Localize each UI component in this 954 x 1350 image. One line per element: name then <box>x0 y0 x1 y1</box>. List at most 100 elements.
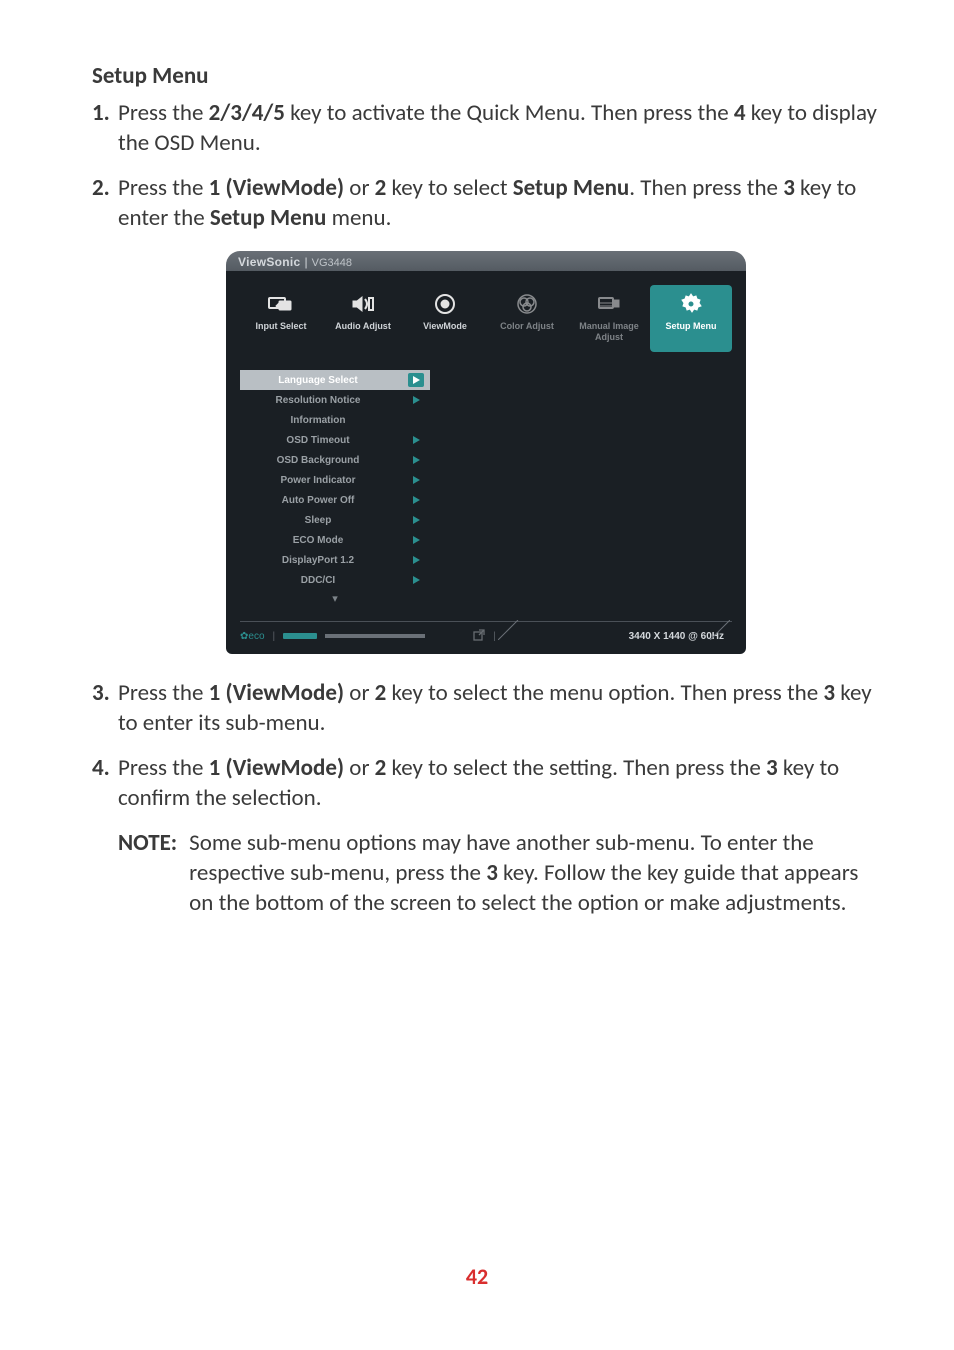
scroll-down-icon: ▾ <box>240 590 430 605</box>
step-4: Press the 1 (ViewMode) or 2 key to selec… <box>92 753 880 814</box>
submenu-arrow-icon <box>408 573 424 587</box>
submenu-arrow-icon <box>408 393 424 407</box>
tab-label: Color Adjust <box>500 321 554 331</box>
text: . Then press the <box>629 174 783 202</box>
osd-menu-item[interactable]: Language Select <box>240 370 430 390</box>
osd-menu-item-label: ECO Mode <box>240 535 408 546</box>
osd-menu-item-label: Language Select <box>240 375 408 386</box>
osd-menu-item[interactable]: OSD Background <box>240 450 430 470</box>
key: 2/3/4/5 <box>209 99 285 127</box>
text: or <box>344 174 375 202</box>
osd-menu-item[interactable]: Power Indicator <box>240 470 430 490</box>
osd-body: Input Select Audio Adjust ViewMode Color… <box>226 271 746 654</box>
key: 2 <box>375 754 387 782</box>
osd-menu-item[interactable]: Resolution Notice <box>240 390 430 410</box>
tab-viewmode[interactable]: ViewMode <box>404 285 486 352</box>
osd-footer: ✿eco | | 3440 X 1440 @ 60Hz <box>240 621 732 646</box>
osd-menu-item[interactable]: DisplayPort 1.2 <box>240 550 430 570</box>
key: 1 (ViewMode) <box>209 754 344 782</box>
osd-tabs: Input Select Audio Adjust ViewMode Color… <box>240 285 732 352</box>
submenu-arrow-icon <box>408 553 424 567</box>
note-label: NOTE: <box>118 828 189 919</box>
osd-model: VG3448 <box>312 257 352 269</box>
tab-label: ViewMode <box>423 321 467 331</box>
key: 3 <box>766 754 778 782</box>
osd-brand: ViewSonic <box>238 255 301 269</box>
submenu-arrow-icon <box>408 473 424 487</box>
osd-menu-item[interactable]: Information <box>240 410 430 430</box>
osd-titlebar: ViewSonic | VG3448 <box>226 251 746 271</box>
text: Press the <box>118 174 209 202</box>
text: key to select the menu option. Then pres… <box>386 679 823 707</box>
osd-menu-item-label: Power Indicator <box>240 475 408 486</box>
footer-scale-track <box>325 634 425 638</box>
osd-menu-item[interactable]: OSD Timeout <box>240 430 430 450</box>
osd-menu-item-label: OSD Background <box>240 455 408 466</box>
submenu-arrow-icon <box>408 433 424 447</box>
steps-list-bottom: Press the 1 (ViewMode) or 2 key to selec… <box>92 678 880 813</box>
osd-menu: Language Select Resolution Notice Informat… <box>240 370 732 605</box>
osd-menu-item-label: Resolution Notice <box>240 395 408 406</box>
osd-screenshot: ViewSonic | VG3448 Input Select Audio Ad… <box>226 251 746 654</box>
text: key to select <box>386 174 512 202</box>
osd-menu-item-label: OSD Timeout <box>240 435 408 446</box>
popout-icon <box>473 629 485 644</box>
osd-menu-item[interactable]: DDC/CI <box>240 570 430 590</box>
note: NOTE: Some sub-menu options may have ano… <box>92 828 880 919</box>
osd-divider: | <box>305 255 308 269</box>
key: 3 <box>486 859 498 887</box>
text: menu. <box>326 204 391 232</box>
footer-chip <box>283 633 317 639</box>
page-number: 42 <box>0 1263 954 1290</box>
footer-divider-icon <box>498 620 522 640</box>
key: 2 <box>375 174 387 202</box>
text: key to activate the Quick Menu. Then pre… <box>285 99 734 127</box>
separator: | <box>493 631 496 642</box>
text: Press the <box>118 679 209 707</box>
key: Setup Menu <box>210 204 327 232</box>
tab-manual-image-adjust[interactable]: Manual Image Adjust <box>568 285 650 352</box>
tab-label: Manual Image Adjust <box>570 321 648 342</box>
setup-menu-icon <box>680 293 702 315</box>
text: Press the <box>118 99 209 127</box>
osd-menu-item-label: DDC/CI <box>240 575 408 586</box>
viewmode-icon <box>434 293 456 315</box>
input-select-icon <box>268 293 294 315</box>
text: or <box>344 679 375 707</box>
tab-audio-adjust[interactable]: Audio Adjust <box>322 285 404 352</box>
step-3: Press the 1 (ViewMode) or 2 key to selec… <box>92 678 880 739</box>
tab-setup-menu[interactable]: Setup Menu <box>650 285 732 352</box>
text: or <box>344 754 375 782</box>
submenu-arrow-icon <box>408 373 424 387</box>
osd-menu-item[interactable]: Auto Power Off <box>240 490 430 510</box>
submenu-arrow-icon <box>408 493 424 507</box>
key: 3 <box>823 679 835 707</box>
key: 2 <box>375 679 387 707</box>
step-1: Press the 2/3/4/5 key to activate the Qu… <box>92 98 880 159</box>
step-2: Press the 1 (ViewMode) or 2 key to selec… <box>92 173 880 234</box>
key: 4 <box>734 99 746 127</box>
text: key to select the setting. Then press th… <box>386 754 766 782</box>
osd-menu-item[interactable]: Sleep <box>240 510 430 530</box>
osd-menu-item[interactable]: ECO Mode <box>240 530 430 550</box>
section-heading: Setup Menu <box>92 62 880 90</box>
color-adjust-icon <box>516 293 538 315</box>
key: 3 <box>783 174 795 202</box>
osd-menu-item-label: Sleep <box>240 515 408 526</box>
manual-image-adjust-icon <box>596 293 622 315</box>
tab-label: Setup Menu <box>666 321 717 331</box>
key: 1 (ViewMode) <box>209 679 344 707</box>
note-body: Some sub-menu options may have another s… <box>189 828 880 919</box>
submenu-arrow-icon <box>408 453 424 467</box>
tab-label: Audio Adjust <box>335 321 391 331</box>
osd-menu-item-label: DisplayPort 1.2 <box>240 555 408 566</box>
tab-label: Input Select <box>255 321 306 331</box>
audio-adjust-icon <box>351 293 375 315</box>
tab-input-select[interactable]: Input Select <box>240 285 322 352</box>
tab-color-adjust[interactable]: Color Adjust <box>486 285 568 352</box>
key: Setup Menu <box>513 174 630 202</box>
submenu-arrow-icon <box>408 533 424 547</box>
eco-icon: ✿eco <box>240 631 265 642</box>
osd-menu-list: Language Select Resolution Notice Informat… <box>240 370 430 605</box>
osd-menu-item-label: Auto Power Off <box>240 495 408 506</box>
